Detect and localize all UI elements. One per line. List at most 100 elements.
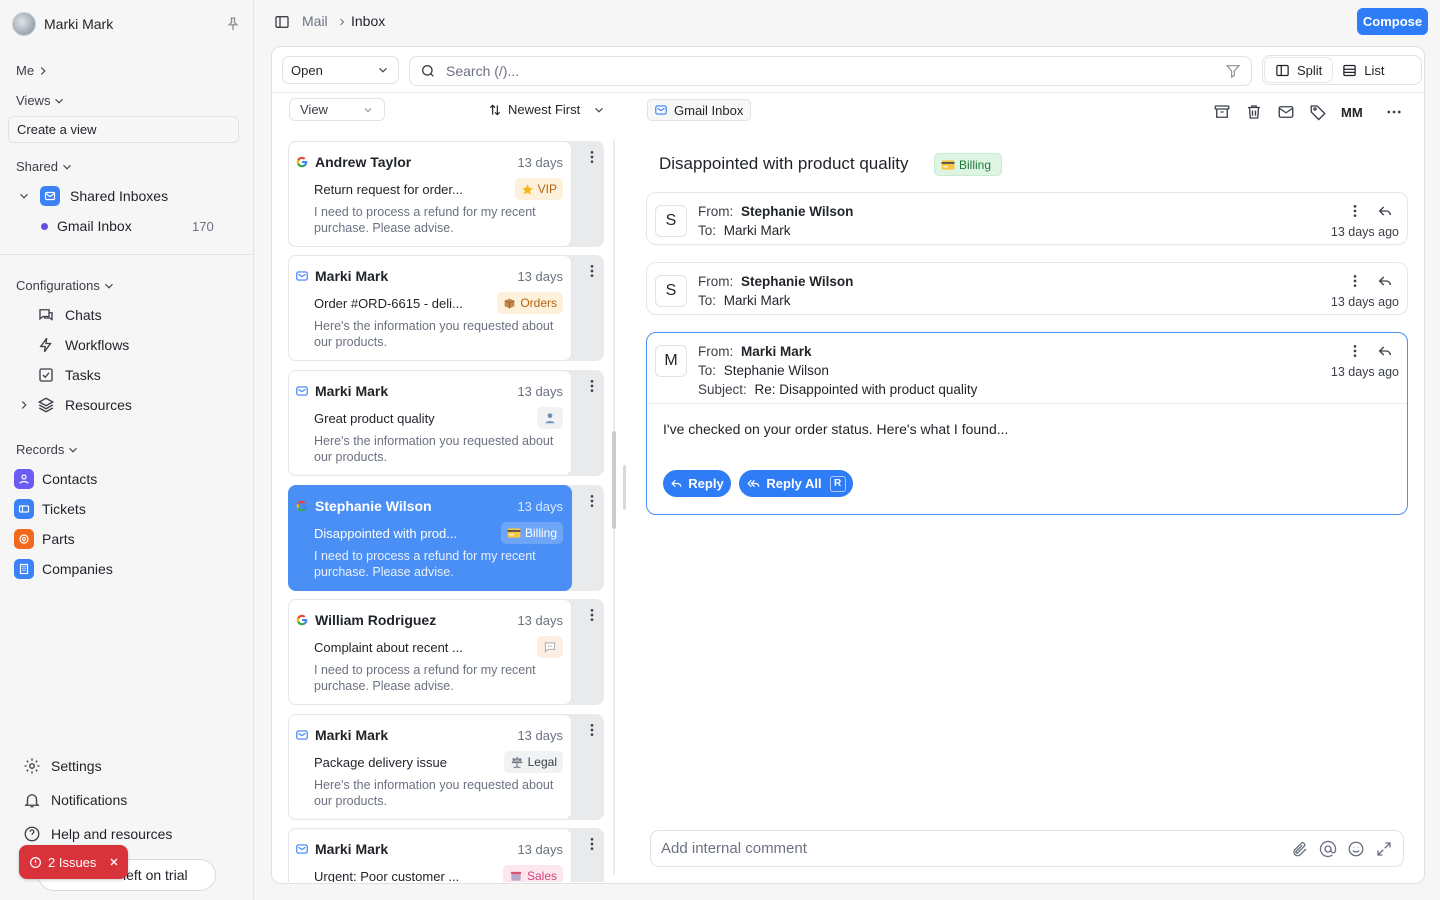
reply-icon[interactable] xyxy=(1377,273,1393,289)
sidebar-item-contacts[interactable]: Contacts xyxy=(14,469,97,489)
more-vertical-icon[interactable] xyxy=(584,607,600,623)
sidebar-item-help[interactable]: Help and resources xyxy=(23,825,172,843)
more-vertical-icon[interactable] xyxy=(584,149,600,165)
assignee-initials[interactable]: MM xyxy=(1341,105,1363,120)
conversation-item[interactable]: Marki Mark 13 days Package delivery issue L… xyxy=(288,714,604,820)
sidebar-toggle-icon[interactable] xyxy=(274,14,290,30)
package-icon xyxy=(504,298,515,308)
conversation-item[interactable]: Marki Mark 13 days Urgent: Poor customer .… xyxy=(288,828,604,882)
mail-icon xyxy=(296,730,308,740)
more-horizontal-icon[interactable] xyxy=(1385,103,1403,121)
sidebar-item-companies[interactable]: Companies xyxy=(14,559,113,579)
chevron-down-icon[interactable] xyxy=(17,189,31,203)
message-collapsed[interactable]: S From: Stephanie Wilson To: Marki Mark … xyxy=(646,192,1408,245)
inbox-dot xyxy=(41,222,48,230)
sidebar-item-workflows[interactable]: Workflows xyxy=(37,336,129,354)
from-name: Stephanie Wilson xyxy=(741,204,854,219)
conversation-item[interactable]: Marki Mark 13 days Order #ORD-6615 - deli.… xyxy=(288,255,604,361)
more-vertical-icon[interactable] xyxy=(584,263,600,279)
conversation-item[interactable]: Stephanie Wilson 13 days Disappointed with… xyxy=(288,485,604,591)
breadcrumb-mail[interactable]: Mail xyxy=(302,13,328,29)
conversation-age: 13 days xyxy=(517,841,563,857)
reply-all-button[interactable]: Reply All R xyxy=(739,470,853,497)
more-vertical-icon[interactable] xyxy=(1347,343,1363,359)
divider xyxy=(647,403,1407,404)
shared-section[interactable]: Shared xyxy=(16,159,74,174)
smile-icon[interactable] xyxy=(1347,840,1365,858)
archive-icon[interactable] xyxy=(1213,103,1231,121)
shortcut-key: R xyxy=(829,475,846,492)
conversation-card[interactable]: Stephanie Wilson 13 days Disappointed with… xyxy=(288,485,572,591)
sidebar-item-settings[interactable]: Settings xyxy=(23,757,102,775)
sender-name: William Rodriguez xyxy=(315,612,437,628)
more-vertical-icon[interactable] xyxy=(584,378,600,394)
sidebar-item-tickets[interactable]: Tickets xyxy=(14,499,86,519)
sidebar-item-notifications[interactable]: Notifications xyxy=(23,791,127,809)
pin-icon[interactable] xyxy=(224,15,242,33)
more-vertical-icon[interactable] xyxy=(584,722,600,738)
store-icon xyxy=(510,871,522,881)
more-vertical-icon[interactable] xyxy=(1347,203,1363,219)
conversation-card[interactable]: Marki Mark 13 days Order #ORD-6615 - deli.… xyxy=(288,255,572,361)
conversation-tag[interactable]: Billing xyxy=(934,153,1002,176)
status-select[interactable]: Open xyxy=(282,56,399,84)
conversation-item[interactable]: Andrew Taylor 13 days Return request for o… xyxy=(288,141,604,247)
issues-badge[interactable]: 2 Issues xyxy=(19,845,128,879)
subject-label: Subject: xyxy=(698,382,747,397)
more-vertical-icon[interactable] xyxy=(584,493,600,509)
message-collapsed[interactable]: S From: Stephanie Wilson To: Marki Mark … xyxy=(646,262,1408,315)
sidebar-item-shared-inboxes[interactable]: Shared Inboxes xyxy=(17,186,168,206)
internal-comment-input[interactable]: Add internal comment xyxy=(650,830,1404,867)
configurations-section[interactable]: Configurations xyxy=(16,278,116,293)
sidebar-item-parts[interactable]: Parts xyxy=(14,529,75,549)
sort-select[interactable]: Newest First xyxy=(488,102,606,117)
conversation-item[interactable]: William Rodriguez 13 days Complaint about … xyxy=(288,599,604,705)
chevron-right-icon[interactable] xyxy=(17,398,31,412)
sidebar-item-chats[interactable]: Chats xyxy=(37,306,102,324)
views-section[interactable]: Views xyxy=(16,93,66,108)
me-section[interactable]: Me xyxy=(16,63,50,78)
message-body: I've checked on your order status. Here'… xyxy=(663,421,1009,437)
reply-icon[interactable] xyxy=(1377,343,1393,359)
more-vertical-icon[interactable] xyxy=(584,836,600,852)
help-icon xyxy=(24,826,40,842)
sidebar-item-resources[interactable]: Resources xyxy=(17,396,132,414)
conversation-item[interactable]: Marki Mark 13 days Great product quality He… xyxy=(288,370,604,476)
at-sign-icon[interactable] xyxy=(1319,840,1337,858)
list-view-button[interactable]: List xyxy=(1332,58,1394,82)
reply-icon[interactable] xyxy=(1377,203,1393,219)
split-view-button[interactable]: Split xyxy=(1265,58,1333,82)
reply-button[interactable]: Reply xyxy=(663,470,731,497)
sidebar-item-tasks[interactable]: Tasks xyxy=(37,366,101,384)
conversation-card[interactable]: Marki Mark 13 days Package delivery issue L… xyxy=(288,714,572,820)
more-vertical-icon[interactable] xyxy=(1347,273,1363,289)
inbox-chip[interactable]: Gmail Inbox xyxy=(647,99,751,121)
pane-resize-handle[interactable] xyxy=(623,465,626,510)
conversation-card[interactable]: Andrew Taylor 13 days Return request for o… xyxy=(288,141,572,247)
reply-icon xyxy=(671,479,682,488)
sidebar-item-label: Tasks xyxy=(65,367,101,383)
compose-button[interactable]: Compose xyxy=(1357,8,1428,35)
view-select[interactable]: View xyxy=(289,98,385,121)
user-menu[interactable]: Marki Mark xyxy=(12,12,242,36)
conversation-card[interactable]: Marki Mark 13 days Great product quality He… xyxy=(288,370,572,476)
conversation-card[interactable]: William Rodriguez 13 days Complaint about … xyxy=(288,599,572,705)
filter-icon[interactable] xyxy=(1225,63,1241,79)
conversation-actions: MM xyxy=(1213,103,1403,121)
list-scrollbar[interactable] xyxy=(612,431,616,529)
conversation-card[interactable]: Marki Mark 13 days Urgent: Poor customer .… xyxy=(288,828,572,882)
create-view-button[interactable]: Create a view xyxy=(8,116,239,143)
expand-icon[interactable] xyxy=(1375,840,1393,858)
records-section[interactable]: Records xyxy=(16,442,80,457)
sidebar-item-label: Settings xyxy=(51,758,102,774)
mail-icon[interactable] xyxy=(1277,103,1295,121)
conversation-preview: Here's the information you requested abo… xyxy=(314,434,554,464)
sender-name: Marki Mark xyxy=(315,268,389,284)
tag-icon[interactable] xyxy=(1309,103,1327,121)
conversation-tag: VIP xyxy=(514,178,563,200)
search-input[interactable]: Search (/)... xyxy=(409,56,1252,86)
paperclip-icon[interactable] xyxy=(1291,840,1309,858)
sidebar-item-gmail-inbox[interactable]: Gmail Inbox xyxy=(36,218,132,234)
trash-icon[interactable] xyxy=(1245,103,1263,121)
close-icon[interactable] xyxy=(108,856,120,868)
